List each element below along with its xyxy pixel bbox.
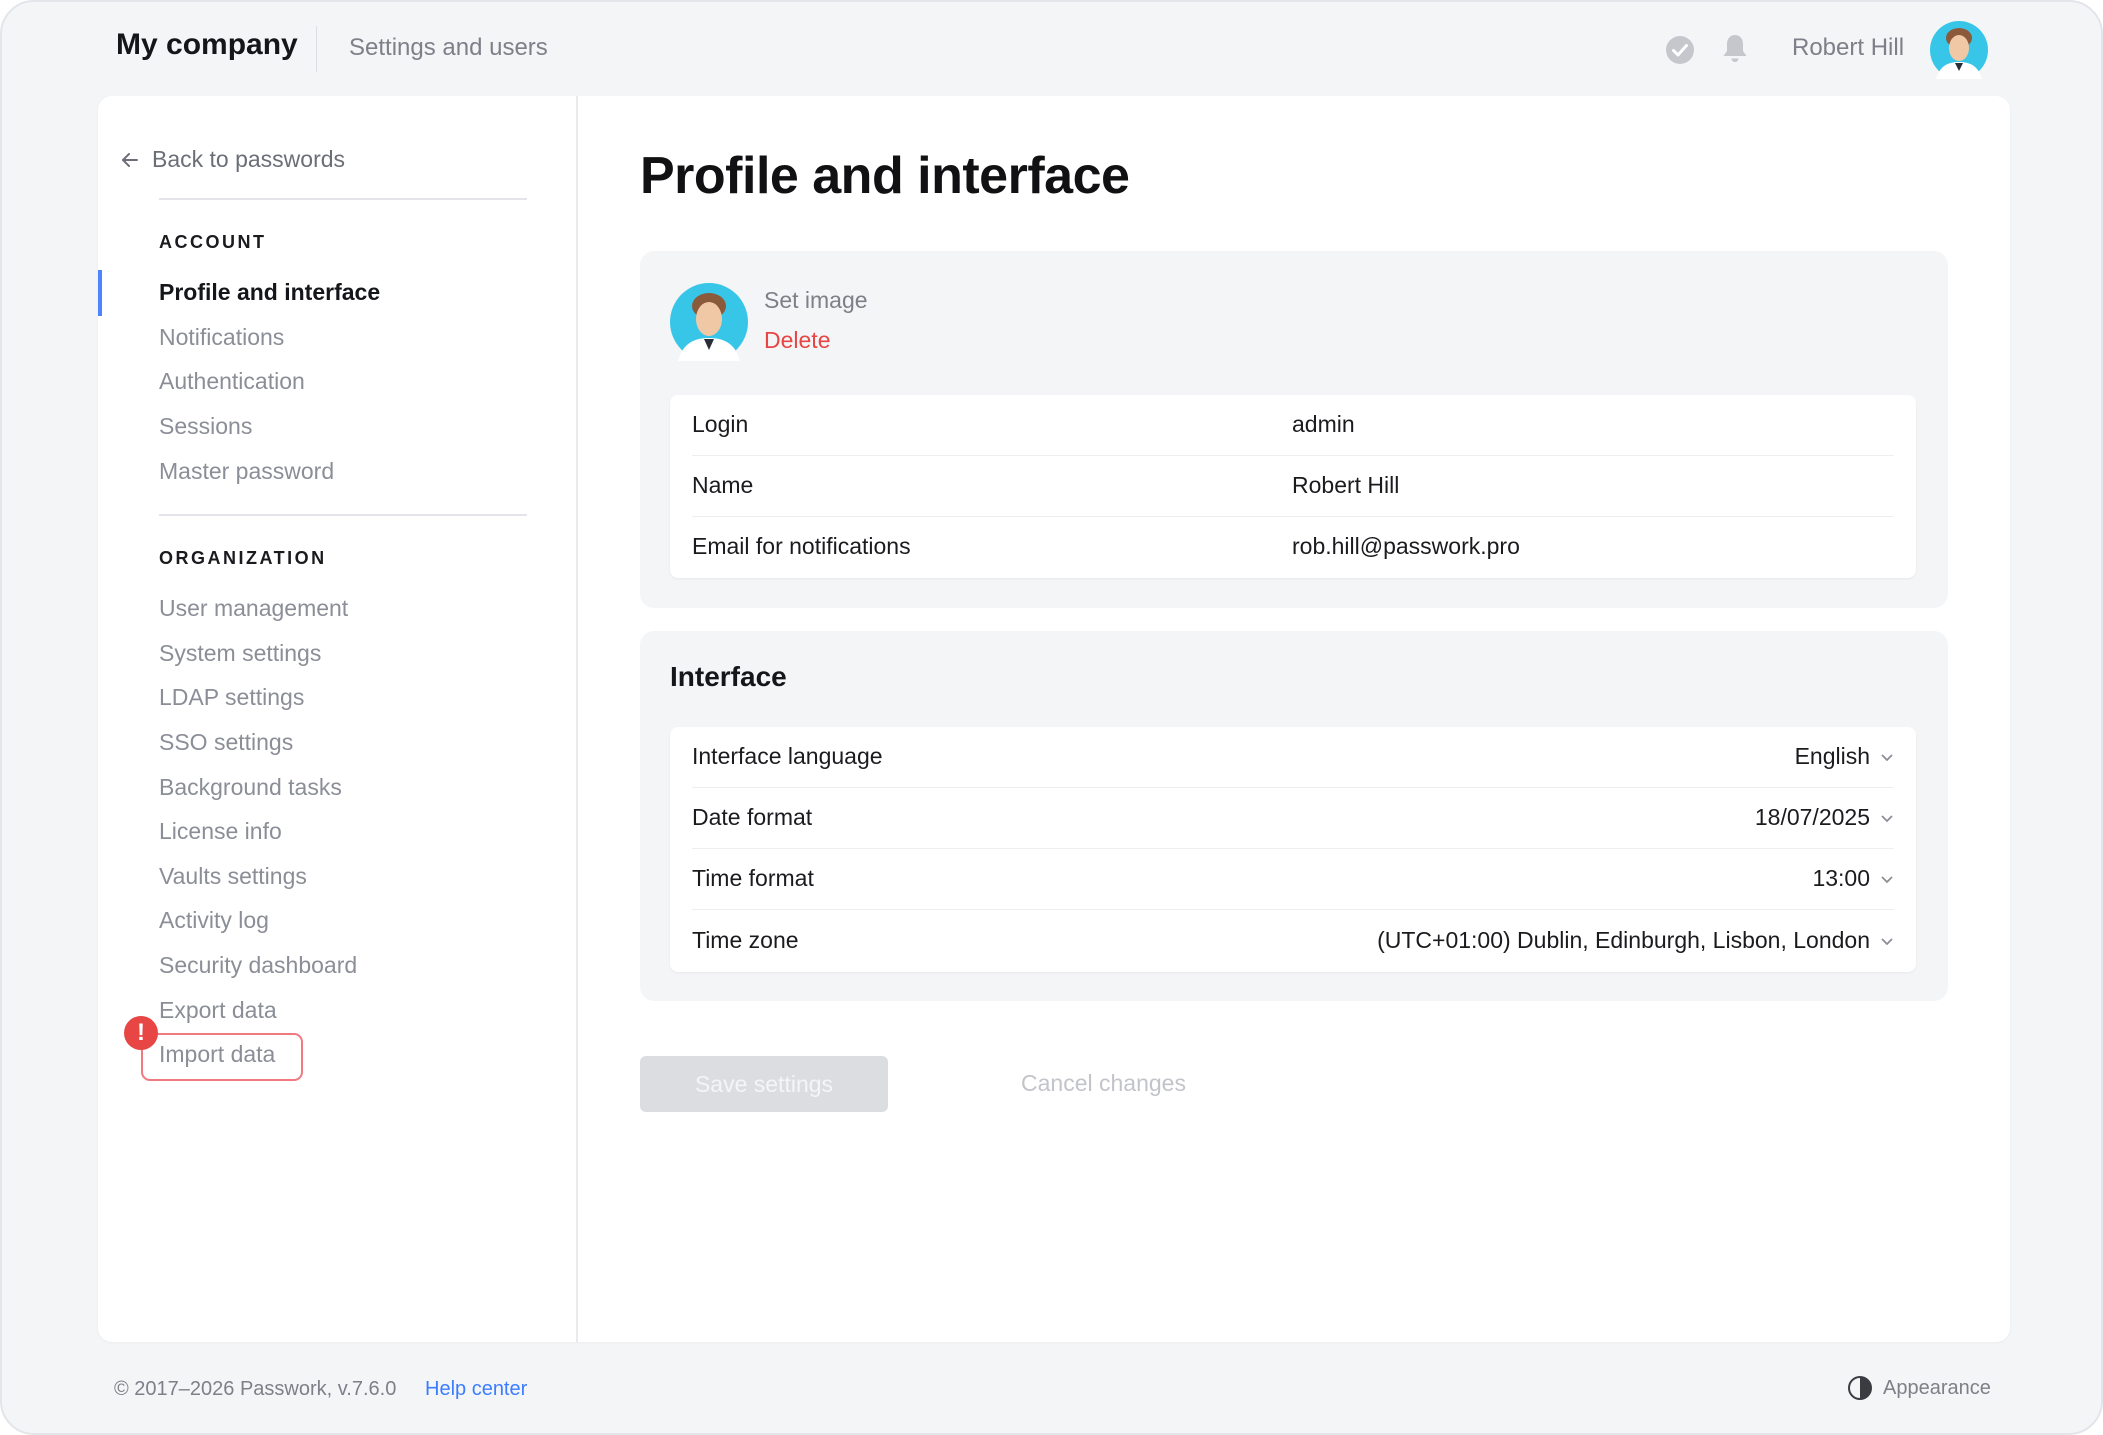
back-to-passwords-link[interactable]: Back to passwords [120, 146, 345, 173]
company-name[interactable]: My company [116, 28, 298, 62]
sidebar-divider [159, 514, 527, 516]
sidebar-item-background-tasks[interactable]: Background tasks [159, 774, 342, 801]
interface-panel: Interface Interface language English Dat… [640, 631, 1948, 1001]
date-format-label: Date format [692, 804, 813, 830]
sidebar-item-security-dashboard[interactable]: Security dashboard [159, 952, 357, 979]
login-value[interactable]: admin [1292, 411, 1355, 438]
time-format-row: Time format 13:00 [692, 849, 1894, 910]
date-format-row: Date format 18/07/2025 [692, 788, 1894, 849]
name-label: Name [692, 472, 754, 498]
set-image-link[interactable]: Set image [764, 287, 868, 314]
check-circle-icon[interactable] [1665, 35, 1695, 65]
save-settings-button[interactable]: Save settings [640, 1056, 888, 1112]
avatar[interactable] [1930, 21, 1988, 79]
date-format-value: 18/07/2025 [1754, 804, 1870, 830]
sidebar: Back to passwords ACCOUNT Profile and in… [98, 96, 578, 1342]
sidebar-item-sso-settings[interactable]: SSO settings [159, 729, 293, 756]
time-format-label: Time format [692, 865, 814, 891]
profile-avatar[interactable] [670, 283, 748, 361]
chevron-down-icon [1881, 814, 1893, 822]
sidebar-item-activity-log[interactable]: Activity log [159, 907, 269, 934]
chevron-down-icon [1881, 937, 1893, 945]
page-title: Profile and interface [640, 147, 1130, 205]
language-row: Interface language English [692, 727, 1894, 788]
chevron-down-icon [1881, 753, 1893, 761]
time-format-value: 13:00 [1812, 865, 1870, 891]
name-value[interactable]: Robert Hill [1292, 472, 1399, 499]
language-label: Interface language [692, 743, 883, 769]
arrow-left-icon [122, 152, 138, 167]
settings-card: Back to passwords ACCOUNT Profile and in… [98, 96, 2010, 1342]
top-bar: My company Settings and users Robert Hil… [2, 2, 2101, 96]
chevron-down-icon [1881, 875, 1893, 883]
name-row: Name Robert Hill [692, 456, 1894, 517]
active-indicator [98, 270, 102, 316]
help-center-link[interactable]: Help center [425, 1378, 527, 1401]
email-value[interactable]: rob.hill@passwork.pro [1292, 533, 1520, 560]
login-row: Login admin [692, 395, 1894, 456]
sidebar-item-license-info[interactable]: License info [159, 818, 282, 845]
alert-badge: ! [124, 1016, 158, 1050]
organization-heading: ORGANIZATION [159, 548, 327, 568]
appearance-button[interactable]: Appearance [1847, 1375, 1991, 1401]
interface-fields: Interface language English Date format 1… [670, 727, 1916, 972]
sidebar-item-vaults-settings[interactable]: Vaults settings [159, 863, 307, 890]
time-zone-value: (UTC+01:00) Dublin, Edinburgh, Lisbon, L… [1377, 927, 1870, 953]
sidebar-item-export-data[interactable]: Export data [159, 997, 277, 1024]
sidebar-item-notifications[interactable]: Notifications [159, 324, 284, 351]
sidebar-divider [159, 198, 527, 200]
main-content: Profile and interface Set image Delete L… [578, 96, 2010, 1342]
login-label: Login [692, 411, 749, 437]
contrast-icon [1848, 1376, 1872, 1400]
date-format-select[interactable]: 18/07/2025 [1755, 804, 1894, 831]
time-zone-label: Time zone [692, 927, 799, 953]
interface-title: Interface [670, 661, 787, 692]
sidebar-item-ldap-settings[interactable]: LDAP settings [159, 684, 304, 711]
cancel-changes-button[interactable]: Cancel changes [1021, 1070, 1186, 1097]
profile-panel: Set image Delete Login admin Name Robert… [640, 251, 1948, 608]
appearance-label: Appearance [1883, 1376, 1991, 1399]
header-divider [316, 26, 317, 72]
app-window: My company Settings and users Robert Hil… [0, 0, 2103, 1435]
time-format-select[interactable]: 13:00 [1812, 865, 1894, 892]
sidebar-item-master-password[interactable]: Master password [159, 458, 334, 485]
profile-fields: Login admin Name Robert Hill Email for n… [670, 395, 1916, 578]
back-label: Back to passwords [152, 146, 346, 172]
email-label: Email for notifications [692, 533, 911, 559]
section-title: Settings and users [349, 34, 548, 61]
sidebar-item-sessions[interactable]: Sessions [159, 413, 252, 440]
sidebar-item-profile-and-interface[interactable]: Profile and interface [159, 279, 380, 306]
bell-icon[interactable] [1720, 33, 1750, 65]
sidebar-item-system-settings[interactable]: System settings [159, 640, 321, 667]
time-zone-row: Time zone (UTC+01:00) Dublin, Edinburgh,… [692, 911, 1894, 972]
account-heading: ACCOUNT [159, 232, 267, 252]
sidebar-item-authentication[interactable]: Authentication [159, 368, 305, 395]
sidebar-item-user-management[interactable]: User management [159, 595, 348, 622]
time-zone-select[interactable]: (UTC+01:00) Dublin, Edinburgh, Lisbon, L… [1377, 927, 1894, 954]
delete-image-link[interactable]: Delete [764, 327, 830, 354]
sidebar-item-import-data[interactable]: Import data [159, 1041, 275, 1068]
email-row: Email for notifications rob.hill@passwor… [692, 517, 1894, 578]
language-select[interactable]: English [1795, 743, 1894, 770]
copyright: © 2017–2026 Passwork, v.7.6.0 [114, 1378, 397, 1400]
user-name[interactable]: Robert Hill [1792, 34, 1904, 62]
language-value: English [1794, 743, 1870, 769]
